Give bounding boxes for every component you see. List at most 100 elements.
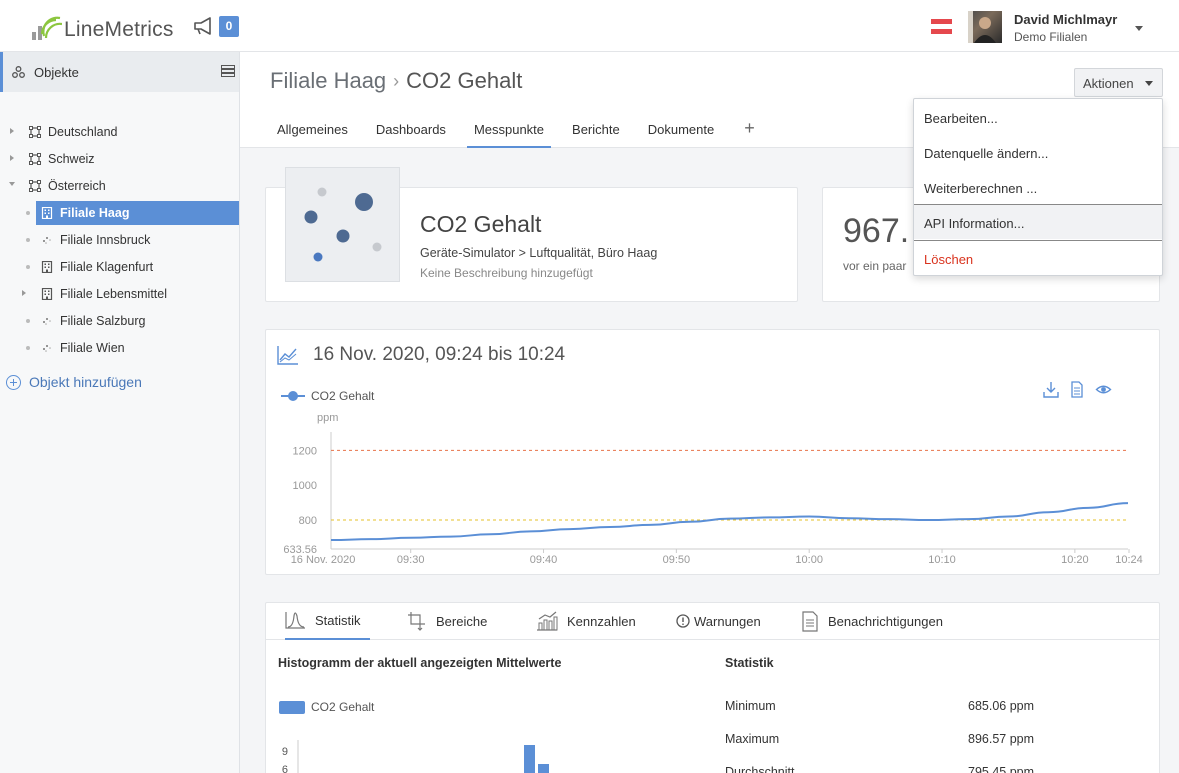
- sensor-dots-icon: [41, 234, 53, 246]
- sidebar-item-filiale-innsbruck[interactable]: Filiale Innsbruck: [0, 228, 239, 252]
- logo[interactable]: LineMetrics: [30, 12, 174, 42]
- add-object-label: Objekt hinzufügen: [29, 374, 142, 390]
- notification-document-icon: [802, 610, 818, 632]
- series-marker-icon: [281, 391, 305, 401]
- histogram-legend-swatch: [279, 700, 305, 714]
- actions-button[interactable]: Aktionen: [1074, 68, 1163, 97]
- x-tick-label: 09:30: [397, 554, 425, 566]
- sidebar-item-filiale-wien[interactable]: Filiale Wien: [0, 336, 239, 360]
- menu-item-api-information[interactable]: API Information...: [914, 205, 1162, 239]
- object-frame-icon: [29, 153, 41, 165]
- austria-flag-icon[interactable]: [931, 19, 952, 34]
- sidebar-header: Objekte: [0, 52, 239, 92]
- chevron-right-icon[interactable]: [22, 290, 26, 296]
- y-tick-label: 1000: [293, 480, 317, 492]
- ranges-icon: [408, 612, 425, 631]
- top-bar: LineMetrics 0 David Michlmayr Demo Filia…: [0, 0, 1179, 52]
- sensor-source-path: Geräte-Simulator > Luftqualität, Büro Ha…: [420, 246, 658, 260]
- plus-circle-icon: [6, 374, 21, 390]
- tree-leaf-dot-icon: [26, 211, 30, 215]
- tab-warnungen[interactable]: Warnungen: [676, 602, 761, 640]
- tab-dokumente[interactable]: Dokumente: [641, 118, 721, 148]
- sidebar-item-filiale-haag[interactable]: Filiale Haag: [0, 201, 239, 225]
- sidebar-item-label: Filiale Wien: [60, 341, 125, 355]
- sensor-title: CO2 Gehalt: [420, 211, 542, 237]
- tab-berichte[interactable]: Berichte: [565, 118, 627, 148]
- linemetrics-logo-icon: [32, 16, 62, 40]
- object-frame-icon: [29, 126, 41, 138]
- download-icon[interactable]: [1043, 381, 1059, 398]
- chevron-down-icon[interactable]: [9, 182, 15, 186]
- sidebar-item-oesterreich[interactable]: Österreich: [0, 174, 239, 198]
- chart-unit-label: ppm: [317, 412, 339, 424]
- sidebar-item-label: Filiale Salzburg: [60, 314, 146, 328]
- chart-toolbar: [1043, 381, 1112, 398]
- user-name[interactable]: David Michlmayr: [1014, 12, 1117, 27]
- y-tick-label: 800: [299, 515, 317, 527]
- sidebar-item-label: Filiale Lebensmittel: [60, 287, 167, 301]
- avatar[interactable]: [968, 11, 1002, 43]
- list-view-icon[interactable]: [221, 65, 235, 77]
- x-tick-label: 10:00: [795, 554, 823, 566]
- sidebar-item-filiale-salzburg[interactable]: Filiale Salzburg: [0, 309, 239, 333]
- tab-warnungen-label: Warnungen: [694, 613, 761, 629]
- tab-benachrichtigungen[interactable]: Benachrichtigungen: [801, 602, 943, 640]
- tab-bereiche-label: Bereiche: [436, 613, 488, 629]
- menu-item-bearbeiten[interactable]: Bearbeiten...: [914, 100, 1162, 134]
- tab-messpunkte[interactable]: Messpunkte: [466, 118, 552, 148]
- menu-item-datenquelle-aendern[interactable]: Datenquelle ändern...: [914, 135, 1162, 169]
- tree-leaf-dot-icon: [26, 346, 30, 350]
- histogram-legend-label: CO2 Gehalt: [311, 700, 375, 714]
- document-icon[interactable]: [1069, 381, 1085, 398]
- tab-kennzahlen[interactable]: Kennzahlen: [536, 602, 636, 640]
- x-tick-label: 09:40: [530, 554, 558, 566]
- statistic-value: 896.57 ppm: [968, 732, 1035, 746]
- sidebar: Objekte Deutschland Schweiz Österreich Fili…: [0, 52, 240, 773]
- actions-button-label: Aktionen: [1083, 76, 1134, 91]
- tab-benachrichtigungen-label: Benachrichtigungen: [828, 613, 943, 629]
- sensor-description: Keine Beschreibung hinzugefügt: [420, 266, 593, 280]
- sidebar-item-label: Österreich: [48, 179, 106, 193]
- x-tick-label: 10:10: [928, 554, 956, 566]
- x-tick-label: 10:24: [1115, 554, 1143, 566]
- histogram-legend[interactable]: CO2 Gehalt: [279, 700, 374, 714]
- notification-count-badge[interactable]: 0: [219, 16, 239, 37]
- x-tick-label: 16 Nov. 2020: [291, 554, 356, 566]
- tab-statistik[interactable]: Statistik: [285, 602, 370, 640]
- user-organization[interactable]: Demo Filialen: [1014, 30, 1087, 44]
- logo-text: LineMetrics: [64, 18, 174, 41]
- tab-allgemeines[interactable]: Allgemeines: [270, 118, 355, 148]
- sidebar-item-label: Filiale Klagenfurt: [60, 260, 154, 274]
- sidebar-item-filiale-lebensmittel[interactable]: Filiale Lebensmittel: [0, 282, 239, 306]
- tree-leaf-dot-icon: [26, 238, 30, 242]
- chevron-right-icon[interactable]: [10, 155, 14, 161]
- eye-icon[interactable]: [1095, 381, 1112, 398]
- chart-legend-item[interactable]: CO2 Gehalt: [281, 388, 374, 404]
- statistic-label: Maximum: [725, 732, 780, 746]
- sidebar-item-deutschland[interactable]: Deutschland: [0, 120, 239, 144]
- tab-bereiche[interactable]: Bereiche: [407, 602, 487, 640]
- add-tab-button[interactable]: +: [737, 118, 762, 148]
- menu-item-weiterberechnen[interactable]: Weiterberechnen ...: [914, 170, 1162, 204]
- menu-item-loeschen[interactable]: Löschen: [914, 241, 1162, 275]
- statistics-title: Statistik: [725, 656, 774, 670]
- chart-time-range: 16 Nov. 2020, 09:24 bis 10:24: [313, 344, 566, 365]
- chevron-right-icon[interactable]: [10, 128, 14, 134]
- object-frame-icon: [29, 180, 41, 192]
- building-icon: [41, 260, 53, 274]
- histogram-bar: [538, 764, 549, 773]
- sidebar-item-schweiz[interactable]: Schweiz: [0, 147, 239, 171]
- tab-dashboards[interactable]: Dashboards: [369, 118, 453, 148]
- chevron-down-icon[interactable]: [1135, 26, 1143, 31]
- breadcrumb-parent[interactable]: Filiale Haag: [270, 68, 386, 94]
- add-object-button[interactable]: Objekt hinzufügen: [6, 373, 142, 391]
- sidebar-item-label: Schweiz: [48, 152, 95, 166]
- statistics-tabs: Statistik Bereiche Kennzahlen Warnungen: [265, 602, 1159, 640]
- megaphone-icon[interactable]: [192, 17, 216, 35]
- object-tabs: Allgemeines Dashboards Messpunkte Berich…: [270, 118, 776, 148]
- co2-line-chart[interactable]: 633.568001000120016 Nov. 2020 09:30 09:40 0…: [270, 432, 1150, 572]
- sidebar-title: Objekte: [34, 65, 79, 80]
- y-tick-label: 1200: [293, 445, 317, 457]
- sidebar-item-filiale-klagenfurt[interactable]: Filiale Klagenfurt: [0, 255, 239, 279]
- x-tick-label: 10:20: [1061, 554, 1089, 566]
